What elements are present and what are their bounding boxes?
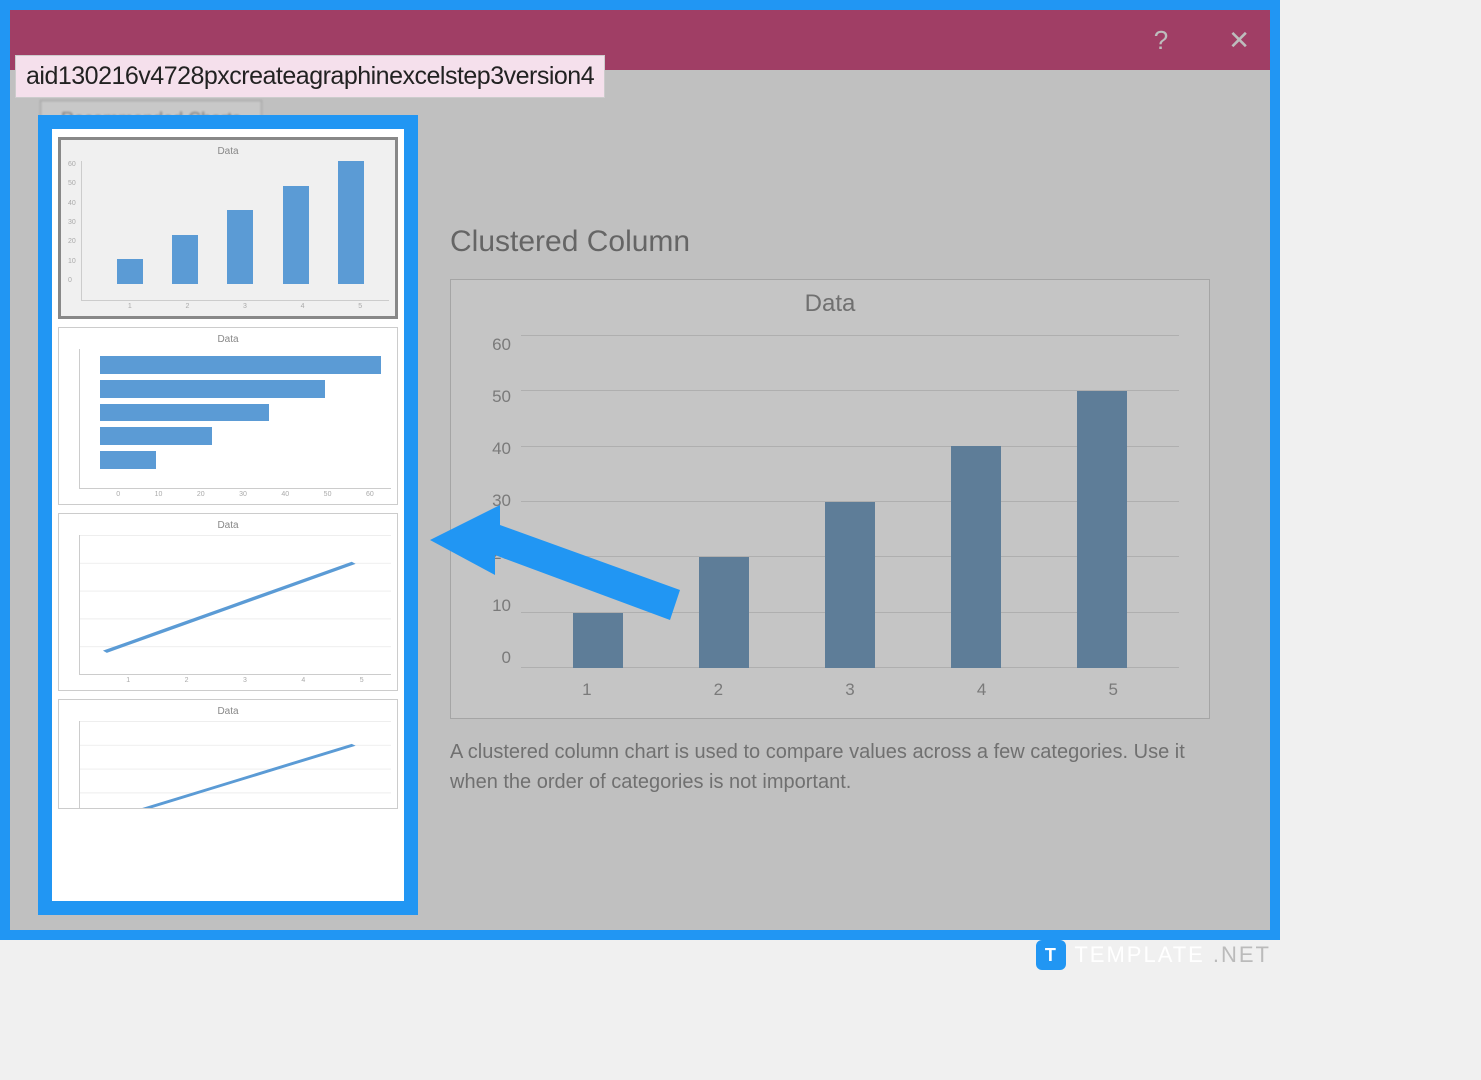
filename-overlay: aid130216v4728pxcreateagraphinexcelstep3… xyxy=(15,55,605,98)
ytick: 40 xyxy=(481,439,511,459)
watermark-text: TEMPLATE xyxy=(1074,942,1205,968)
xtick: 1 xyxy=(582,680,591,700)
screenshot-frame: ? ✕ Recommended Charts Clustered Column … xyxy=(0,0,1280,940)
template-logo-icon: T xyxy=(1036,940,1066,970)
preview-bars xyxy=(521,335,1179,668)
bar-1 xyxy=(573,613,623,668)
thumb-title: Data xyxy=(65,520,391,531)
thumb-line-2[interactable]: Data xyxy=(58,699,398,809)
ytick: 50 xyxy=(481,387,511,407)
close-icon[interactable]: ✕ xyxy=(1228,25,1250,56)
xtick: 4 xyxy=(977,680,986,700)
thumb-line[interactable]: Data 1 2 3 4 5 xyxy=(58,513,398,691)
preview-chart-title: Data xyxy=(461,290,1199,318)
xtick: 5 xyxy=(1108,680,1117,700)
thumb-xaxis: 1 2 3 4 5 xyxy=(101,303,389,310)
ytick: 10 xyxy=(481,596,511,616)
template-net-watermark: T TEMPLATE .NET xyxy=(1036,940,1271,970)
thumb-bar-chart xyxy=(79,349,391,489)
ytick: 60 xyxy=(481,335,511,355)
thumb-line-chart-2 xyxy=(79,721,391,809)
xtick: 2 xyxy=(714,680,723,700)
thumb-line-xaxis: 1 2 3 4 5 xyxy=(99,677,391,684)
thumb-column-chart: 60 50 40 30 20 10 0 xyxy=(81,161,389,301)
preview-description: A clustered column chart is used to comp… xyxy=(450,737,1210,797)
bar-5 xyxy=(1077,391,1127,668)
thumb-title: Data xyxy=(65,334,391,345)
bar-3 xyxy=(825,502,875,669)
help-icon[interactable]: ? xyxy=(1154,25,1168,56)
bar-4 xyxy=(951,446,1001,668)
preview-chart[interactable]: Data 0 10 20 30 40 50 60 xyxy=(450,279,1210,719)
preview-y-axis: 0 10 20 30 40 50 60 xyxy=(481,335,511,668)
thumb-clustered-bar[interactable]: Data 0 10 20 30 40 50 60 xyxy=(58,327,398,505)
ytick: 0 xyxy=(481,648,511,668)
thumb-title: Data xyxy=(65,706,391,717)
ytick: 30 xyxy=(481,491,511,511)
ytick: 20 xyxy=(481,544,511,564)
recommended-charts-thumbnails: Data 60 50 40 30 20 10 0 1 2 xyxy=(38,115,418,915)
thumb-yaxis: 60 50 40 30 20 10 0 xyxy=(68,161,76,284)
preview-plot-area xyxy=(521,335,1179,668)
watermark-suffix: .NET xyxy=(1213,942,1271,968)
preview-heading: Clustered Column xyxy=(450,225,1230,259)
thumb-title: Data xyxy=(67,146,389,157)
xtick: 3 xyxy=(845,680,854,700)
thumb-clustered-column[interactable]: Data 60 50 40 30 20 10 0 1 2 xyxy=(58,137,398,319)
chart-preview-pane: Clustered Column Data 0 10 20 30 40 50 6… xyxy=(450,225,1230,797)
bar-2 xyxy=(699,557,749,668)
preview-x-axis: 1 2 3 4 5 xyxy=(521,680,1179,700)
thumb-line-chart xyxy=(79,535,391,675)
thumb-bar-xaxis: 0 10 20 30 40 50 60 xyxy=(99,491,391,498)
